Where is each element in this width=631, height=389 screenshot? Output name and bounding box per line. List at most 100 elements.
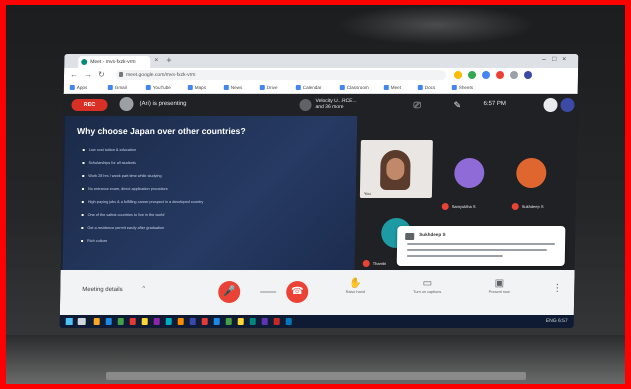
taskbar-app-icon[interactable] [177, 318, 184, 325]
bookmark-item[interactable]: Sheets [451, 83, 473, 92]
present-now-button[interactable]: ▣ Present now [474, 278, 524, 295]
chat-notification[interactable]: Sukhdeep S [396, 226, 566, 266]
raise-hand-button[interactable]: ✋ Raise hand [330, 278, 380, 295]
slide-bullet: Rich culture [81, 239, 203, 252]
browser-tab[interactable]: Meet - mvs-fxzk-vrm [78, 56, 151, 68]
presentation-slide: Why choose Japan over other countries? L… [62, 116, 358, 270]
system-tray: ENG 6:57 [545, 318, 568, 324]
participant-name: Thambi [372, 261, 387, 266]
slide-bullet: High-paying jobs & a fulfilling career p… [82, 200, 204, 213]
bookmark-item[interactable]: Meet [383, 83, 401, 92]
taskbar-app-icon[interactable] [201, 318, 208, 325]
participant-tile[interactable] [454, 158, 485, 188]
meet-top-bar: REC (Ari) is presenting Velocity U...RCE… [63, 94, 578, 116]
slide-bullet: Get a residence permit easily after grad… [81, 226, 203, 239]
meeting-clock: 6:57 PM [483, 101, 506, 107]
extension-icon[interactable] [481, 71, 491, 79]
bookmark-item[interactable]: Maps [187, 83, 206, 92]
extension-icon[interactable] [453, 71, 463, 79]
taskbar-app-icon[interactable] [105, 318, 112, 325]
captions-button[interactable]: ▭ Turn on captions [402, 278, 452, 295]
chat-message-line [406, 249, 547, 251]
user-avatar[interactable] [560, 98, 575, 112]
taskbar-app-icon[interactable] [153, 318, 160, 325]
participant-name: Samyuktha S [451, 204, 476, 209]
reload-icon[interactable]: ↻ [98, 70, 105, 79]
taskbar-app-icon[interactable] [189, 318, 196, 325]
taskbar-app-icon[interactable] [129, 318, 136, 325]
bookmark-item[interactable]: Docs [417, 83, 436, 92]
taskbar-app-icon[interactable] [141, 318, 148, 325]
taskbar-app-icon[interactable] [273, 318, 280, 325]
bookmark-item[interactable]: News [223, 83, 243, 92]
bookmark-item[interactable]: YouTube [145, 83, 171, 92]
taskbar-app-icon[interactable] [117, 318, 124, 325]
bookmarks-bar: Apps Gmail YouTube Maps News Drive Calen… [63, 82, 578, 94]
bookmark-icon [339, 85, 345, 91]
room-light [336, 5, 536, 45]
hang-up-button[interactable]: ☎ [286, 281, 309, 303]
extension-icon[interactable] [495, 71, 505, 79]
self-video-tile[interactable]: You [359, 140, 433, 198]
bookmark-icon [259, 85, 265, 91]
search-icon[interactable] [77, 318, 86, 325]
taskbar-app-icon[interactable] [237, 318, 244, 325]
back-icon[interactable]: ← [70, 70, 78, 79]
mic-off-icon [511, 203, 519, 210]
taskbar-app-icon[interactable] [213, 318, 220, 325]
extension-icon[interactable] [467, 71, 477, 79]
start-icon[interactable] [65, 318, 73, 325]
people-icon[interactable] [299, 99, 312, 111]
bookmark-icon [383, 85, 389, 91]
participant-face [386, 158, 405, 180]
bookmark-item[interactable]: Apps [69, 83, 88, 92]
browser-tab-strip: Meet - mvs-fxzk-vrm × + –□× [64, 54, 579, 68]
tab-label: Meet - mvs-fxzk-vrm [90, 59, 136, 65]
mic-toggle-button[interactable]: 🎤 [218, 281, 241, 303]
captions-icon[interactable]: ⎚ [413, 100, 420, 111]
url-input[interactable]: meet.google.com/mvs-fxzk-vrm [115, 70, 447, 80]
slide-bullet: Scholarships for all students [82, 161, 204, 174]
window-controls[interactable]: –□× [542, 56, 572, 63]
pin-icon[interactable]: ✎ [453, 100, 461, 111]
bookmark-icon [223, 85, 229, 91]
divider [260, 291, 277, 293]
participant-tile[interactable] [516, 158, 547, 188]
meeting-participants-summary[interactable]: Velocity U...RCE... and 36 more [315, 98, 356, 110]
meeting-details-button[interactable]: Meeting details [82, 287, 122, 293]
chevron-up-icon[interactable]: ^ [142, 286, 145, 292]
chat-sender: Sukhdeep S [419, 232, 446, 237]
recording-badge: REC [71, 99, 108, 111]
chat-message-line [407, 243, 556, 245]
bookmark-icon [295, 85, 301, 91]
taskbar-app-icon[interactable] [165, 318, 172, 325]
taskbar-app-icon[interactable] [285, 318, 292, 325]
bookmark-item[interactable]: Calendar [295, 83, 322, 92]
activities-icon[interactable] [543, 98, 558, 112]
forward-icon[interactable]: → [84, 70, 92, 79]
mic-off-icon [441, 203, 449, 210]
bookmark-icon [107, 85, 113, 91]
bookmark-item[interactable]: Classroom [339, 83, 369, 92]
present-icon: ▣ [494, 278, 505, 289]
more-options-icon[interactable]: ⋮ [552, 283, 562, 294]
slide-bullet: One of the safest countries to live in t… [81, 213, 203, 226]
laptop-screen: Meet - mvs-fxzk-vrm × + –□× ← → ↻ meet.g… [59, 54, 579, 328]
extension-icon[interactable] [509, 71, 519, 79]
tab-close-icon[interactable]: × [154, 57, 158, 64]
bookmark-item[interactable]: Drive [259, 83, 278, 92]
profile-avatar[interactable] [523, 71, 533, 79]
taskbar-app-icon[interactable] [225, 318, 232, 325]
new-tab-button[interactable]: + [166, 55, 171, 65]
bookmark-item[interactable]: Gmail [107, 83, 127, 92]
bookmark-icon [69, 85, 75, 91]
taskbar-app-icon[interactable] [93, 318, 100, 325]
bookmark-icon [187, 85, 193, 91]
presenter-avatar [119, 97, 134, 111]
chat-message-line [406, 255, 503, 257]
chat-icon [405, 233, 415, 240]
taskbar-app-icon[interactable] [261, 318, 268, 325]
self-label: You [363, 191, 371, 196]
taskbar-app-icon[interactable] [249, 318, 256, 325]
bookmark-icon [145, 85, 151, 91]
